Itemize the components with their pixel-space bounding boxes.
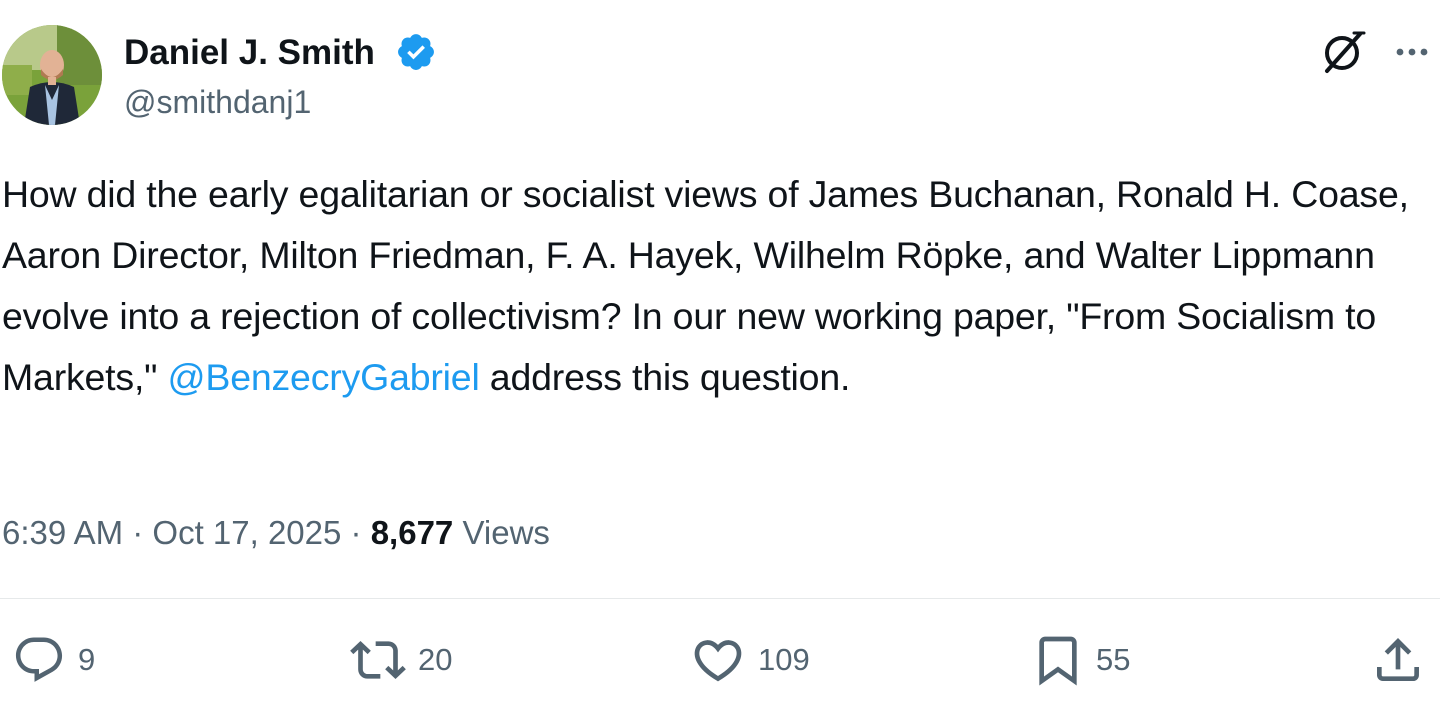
meta-separator: · (123, 514, 153, 551)
share-icon (1377, 638, 1419, 681)
bookmark-button[interactable]: 55 (1032, 632, 1130, 688)
reply-count: 9 (78, 642, 96, 677)
divider (0, 598, 1440, 599)
author-display-name[interactable]: Daniel J. Smith (124, 32, 375, 74)
tweet-text: How did the early egalitarian or sociali… (2, 164, 1442, 408)
tweet-meta: 6:39 AM · Oct 17, 2025 · 8,677 Views (2, 511, 550, 555)
reply-icon (15, 637, 63, 682)
retweet-icon (350, 641, 406, 679)
views-count: 8,677 (370, 514, 454, 551)
tweet-time[interactable]: 6:39 AM (2, 514, 123, 551)
avatar-image (2, 25, 102, 125)
verified-badge-icon (395, 31, 437, 73)
tweet: Daniel J. Smith @smithdanj1 How did the … (0, 0, 1456, 705)
like-count: 109 (758, 642, 810, 677)
tweet-text-part: address this question. (479, 356, 851, 398)
avatar[interactable] (2, 25, 102, 125)
like-button[interactable]: 109 (690, 632, 810, 688)
more-icon[interactable] (1390, 30, 1434, 74)
meta-separator: · (341, 514, 371, 551)
retweet-count: 20 (418, 642, 453, 677)
bookmark-count: 55 (1096, 642, 1131, 677)
mention-link[interactable]: @BenzecryGabriel (168, 356, 480, 398)
grok-icon[interactable] (1318, 27, 1368, 77)
share-button[interactable] (1370, 632, 1426, 688)
views-label: Views (453, 514, 550, 551)
retweet-button[interactable]: 20 (350, 632, 452, 688)
bookmark-icon (1039, 636, 1077, 686)
tweet-date[interactable]: Oct 17, 2025 (152, 514, 341, 551)
author-handle[interactable]: @smithdanj1 (124, 82, 311, 122)
reply-button[interactable]: 9 (12, 632, 95, 688)
heart-icon (694, 640, 742, 682)
